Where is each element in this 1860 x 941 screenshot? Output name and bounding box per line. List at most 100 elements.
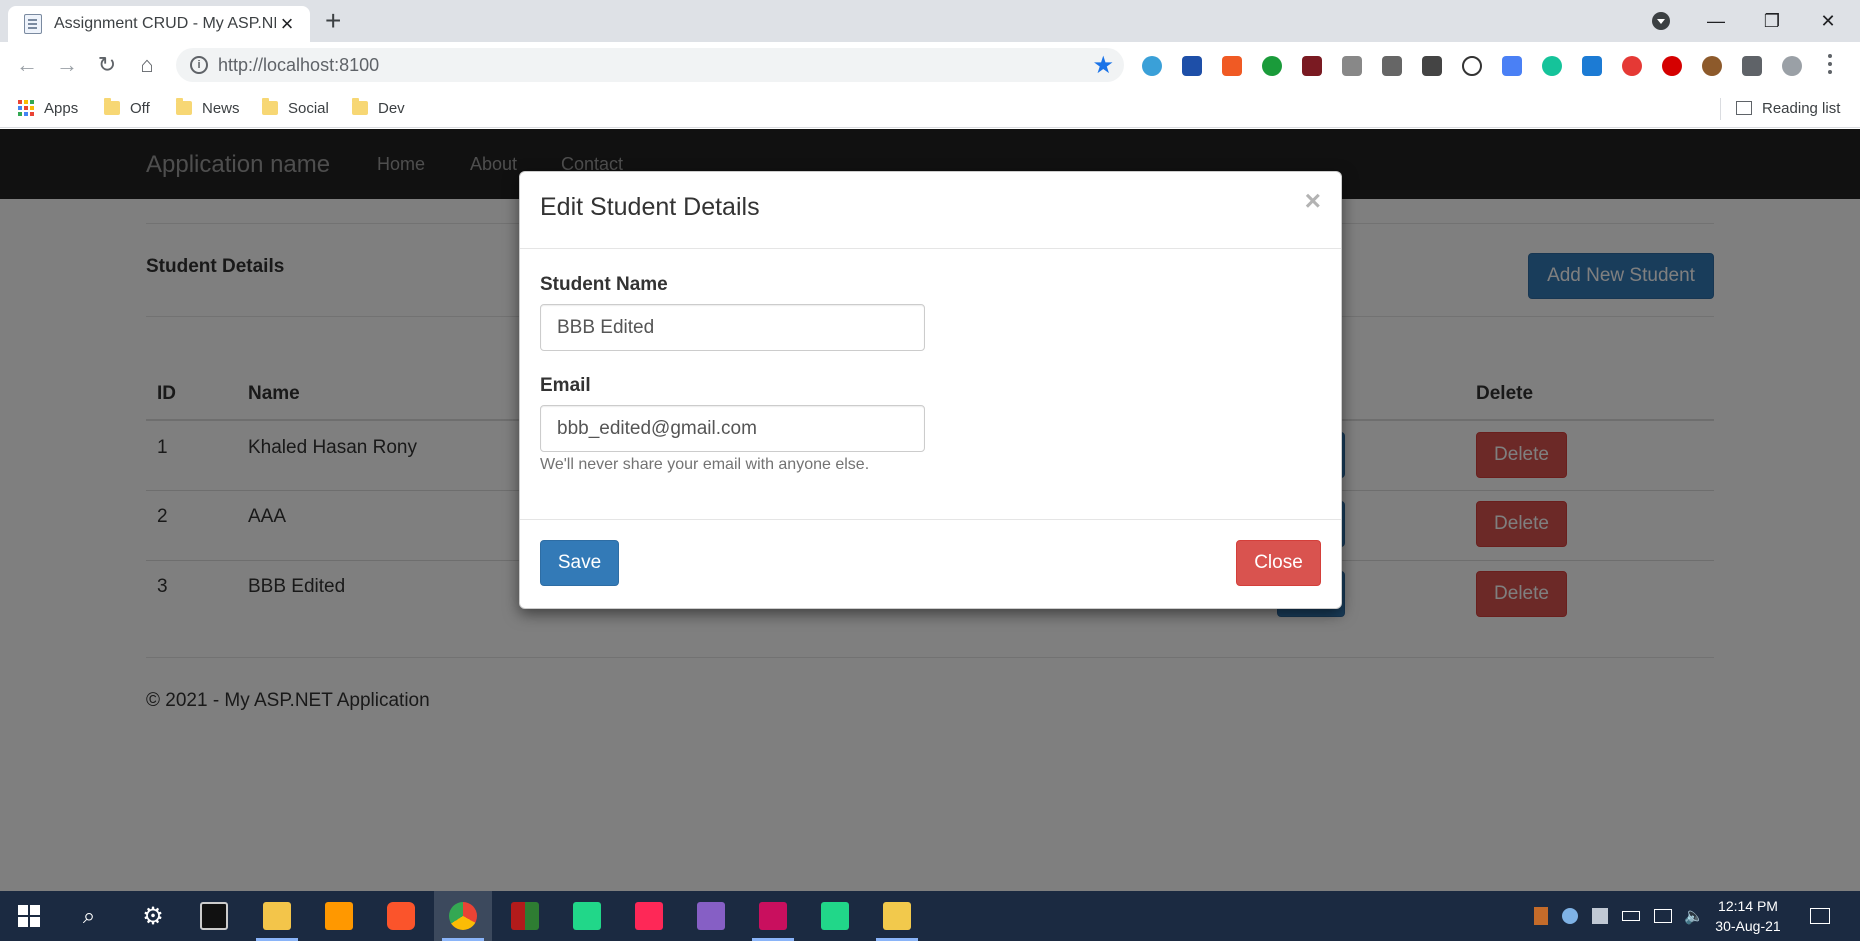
address-bar[interactable]: i http://localhost:8100 ★	[176, 48, 1124, 82]
browser-toolbar: ← → ↻ ⌂ i http://localhost:8100 ★	[0, 42, 1860, 88]
new-tab-button[interactable]: +	[325, 6, 341, 36]
library-tray-icon[interactable]	[1534, 907, 1548, 925]
terminal-icon	[200, 902, 228, 930]
modal-header: Edit Student Details ×	[520, 172, 1341, 249]
clion-icon	[573, 902, 601, 930]
sublime-taskbar-button[interactable]	[310, 891, 368, 941]
terminal-taskbar-button[interactable]	[185, 891, 243, 941]
pycharm-taskbar-button[interactable]	[806, 891, 864, 941]
clock-date: 30-Aug-21	[1715, 918, 1781, 934]
windows-taskbar: ⌕ ⚙ 🔈 12:14 PM 30-Aug-21	[0, 891, 1860, 941]
visual-studio-icon	[697, 902, 725, 930]
browser-tab[interactable]: Assignment CRUD - My ASP.NET ×	[8, 6, 310, 42]
intellij-icon	[635, 902, 663, 930]
forward-arrow-icon[interactable]: →	[52, 50, 82, 80]
bookmark-folder-news[interactable]: News	[176, 96, 240, 120]
bookmark-star-icon[interactable]: ★	[1092, 51, 1114, 80]
home-icon[interactable]: ⌂	[132, 50, 162, 80]
file-explorer-taskbar-button[interactable]	[248, 891, 306, 941]
notification-icon	[1810, 908, 1830, 924]
browser-tab-bar: Assignment CRUD - My ASP.NET × + — ❐ ✕	[0, 0, 1860, 42]
earth-extension-icon[interactable]	[1142, 56, 1162, 76]
reading-list-icon	[1736, 101, 1752, 115]
url-text[interactable]: http://localhost:8100	[218, 55, 379, 76]
cloud-tray-icon[interactable]	[1562, 908, 1578, 924]
profile-avatar-icon[interactable]	[1782, 56, 1802, 76]
email-help-text: We'll never share your email with anyone…	[540, 456, 870, 473]
package-tray-icon[interactable]	[1592, 908, 1608, 924]
modal-title: Edit Student Details	[540, 193, 760, 221]
folder-icon	[176, 98, 192, 115]
rider-icon	[759, 902, 787, 930]
grammarly-icon[interactable]	[1542, 56, 1562, 76]
winrar-taskbar-button[interactable]	[496, 891, 554, 941]
cookie-extension-icon[interactable]	[1702, 56, 1722, 76]
bookmark-folder-dev[interactable]: Dev	[352, 96, 405, 120]
tab-close-button[interactable]: ×	[276, 13, 298, 35]
s-extension-icon[interactable]	[1582, 56, 1602, 76]
gear-icon: ⚙	[142, 902, 164, 930]
folder-icon	[263, 902, 291, 930]
action-center-button[interactable]	[1792, 891, 1848, 941]
windows-extension-icon[interactable]	[1182, 56, 1202, 76]
brave-taskbar-button[interactable]	[372, 891, 430, 941]
minimize-button[interactable]: —	[1688, 0, 1744, 42]
window-close-button[interactable]: ✕	[1800, 0, 1856, 42]
browser-menu-icon[interactable]	[1828, 54, 1832, 74]
bookmark-label: Social	[288, 99, 329, 117]
taskbar-clock[interactable]: 12:14 PM 30-Aug-21	[1712, 896, 1784, 936]
student-name-input[interactable]	[540, 304, 925, 351]
sql-tool-taskbar-button[interactable]	[868, 891, 926, 941]
pin-extension-icon[interactable]	[1342, 56, 1362, 76]
site-info-icon[interactable]: i	[190, 56, 208, 74]
back-arrow-icon[interactable]: ←	[12, 50, 42, 80]
network-icon[interactable]	[1654, 909, 1672, 923]
adblock-plus-icon[interactable]	[1622, 56, 1642, 76]
edit-student-modal: Edit Student Details × Student Name Emai…	[519, 171, 1342, 609]
bookmarks-divider	[1720, 98, 1721, 120]
clion-taskbar-button[interactable]	[558, 891, 616, 941]
chrome-taskbar-button[interactable]	[434, 891, 492, 941]
close-button[interactable]: Close	[1236, 540, 1321, 586]
system-tray: 🔈	[1534, 891, 1704, 941]
check-extension-icon[interactable]	[1262, 56, 1282, 76]
settings-taskbar-button[interactable]: ⚙	[124, 891, 182, 941]
translate-extension-icon[interactable]	[1222, 56, 1242, 76]
reading-list-button[interactable]: Reading list	[1736, 96, 1840, 120]
reload-icon[interactable]: ↻	[92, 50, 122, 80]
book-extension-icon[interactable]	[1302, 56, 1322, 76]
search-button[interactable]: ⌕	[60, 891, 118, 941]
battery-icon[interactable]	[1622, 911, 1640, 921]
intellij-taskbar-button[interactable]	[620, 891, 678, 941]
google-translate-icon[interactable]	[1502, 56, 1522, 76]
apps-grid-icon	[18, 100, 34, 116]
student-name-label: Student Name	[540, 274, 668, 295]
clock-time: 12:14 PM	[1718, 898, 1778, 914]
folder-icon	[352, 98, 368, 115]
code-extension-icon[interactable]	[1462, 56, 1482, 76]
email-label: Email	[540, 375, 591, 396]
extensions-puzzle-icon[interactable]	[1742, 56, 1762, 76]
modal-close-icon[interactable]: ×	[1305, 186, 1321, 216]
email-input[interactable]	[540, 405, 925, 452]
restore-button[interactable]: ❐	[1744, 0, 1800, 42]
archive-icon	[511, 902, 539, 930]
windows-logo-icon	[18, 905, 40, 927]
save-button[interactable]: Save	[540, 540, 619, 586]
screenshot-extension-icon[interactable]	[1382, 56, 1402, 76]
adblock-icon[interactable]	[1662, 56, 1682, 76]
bookmark-apps[interactable]: Apps	[18, 96, 78, 120]
volume-icon[interactable]: 🔈	[1684, 906, 1704, 926]
visual-studio-taskbar-button[interactable]	[682, 891, 740, 941]
bookmark-label: Dev	[378, 99, 405, 117]
bookmark-folder-off[interactable]: Off	[104, 96, 150, 120]
sublime-text-icon	[325, 902, 353, 930]
bookmark-folder-social[interactable]: Social	[262, 96, 329, 120]
start-button[interactable]	[0, 891, 58, 941]
rider-taskbar-button[interactable]	[744, 891, 802, 941]
reading-list-label: Reading list	[1762, 99, 1841, 117]
search-icon: ⌕	[82, 903, 96, 928]
tab-search-icon[interactable]	[1652, 12, 1670, 30]
ap-extension-icon[interactable]	[1422, 56, 1442, 76]
sql-tool-icon	[883, 902, 911, 930]
